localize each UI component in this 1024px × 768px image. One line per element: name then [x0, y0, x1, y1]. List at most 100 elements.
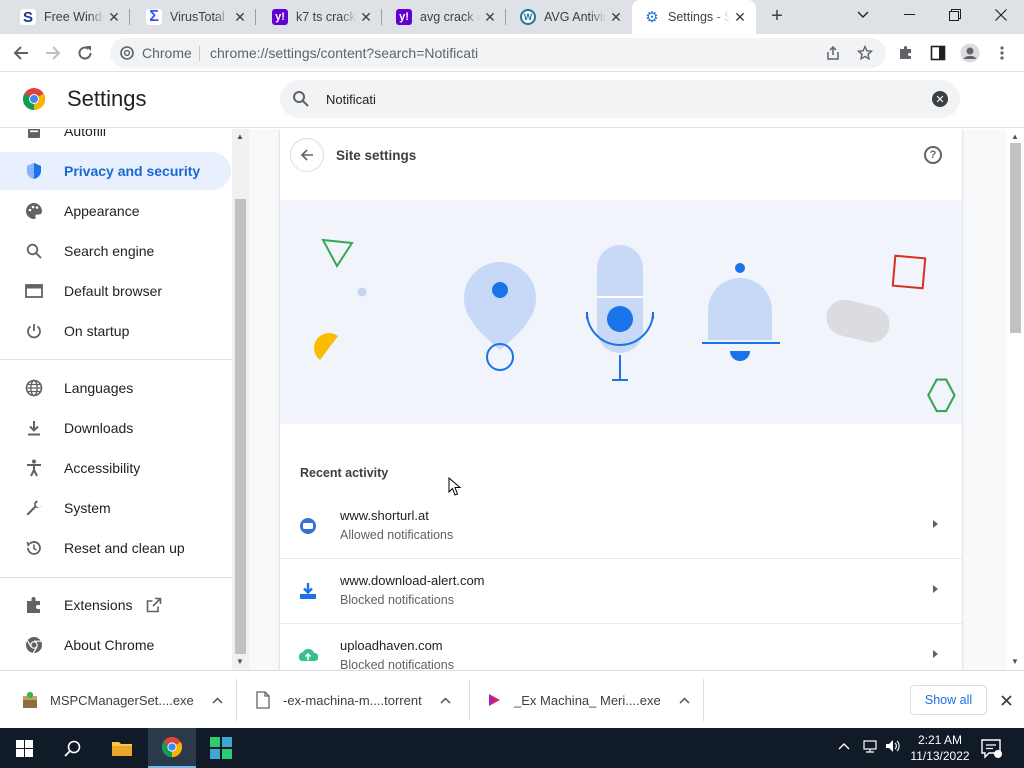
- volume-icon[interactable]: [884, 738, 900, 757]
- media-icon: [489, 694, 500, 706]
- reload-button[interactable]: [72, 40, 98, 66]
- close-download-bar-button[interactable]: [996, 690, 1016, 710]
- reload-icon: [78, 46, 92, 60]
- tab-settings[interactable]: ⚙ Settings - S ✕: [632, 0, 756, 34]
- tab-free-windows[interactable]: S Free Windows ✕: [8, 0, 130, 34]
- chevron-up-icon[interactable]: [838, 739, 850, 753]
- bookmark-button[interactable]: [852, 40, 878, 66]
- extensions-button[interactable]: [893, 40, 919, 66]
- taskbar-app[interactable]: [197, 728, 245, 768]
- main-scrollbar[interactable]: ▲ ▼: [1007, 129, 1024, 670]
- chevron-right-icon: [933, 650, 938, 658]
- close-icon[interactable]: ✕: [104, 9, 124, 26]
- back-button[interactable]: [8, 40, 34, 66]
- download-item[interactable]: -ex-machina-m....torrent: [233, 679, 456, 721]
- scroll-down-arrow-icon[interactable]: ▼: [236, 657, 244, 666]
- sidebar-item-label: Reset and clean up: [64, 540, 185, 556]
- profile-button[interactable]: [957, 40, 983, 66]
- close-icon[interactable]: ✕: [606, 9, 626, 26]
- pill-shape: [826, 299, 890, 343]
- close-icon[interactable]: ✕: [730, 9, 750, 26]
- share-icon: [827, 45, 839, 60]
- square-shape: [891, 254, 927, 290]
- taskbar-chrome[interactable]: [148, 728, 196, 768]
- site-name: www.download-alert.com: [340, 573, 485, 588]
- download-item[interactable]: _Ex Machina_ Meri....exe: [464, 679, 695, 721]
- system-clock[interactable]: 2:21 AM 11/13/2022: [908, 732, 972, 764]
- back-arrow-button[interactable]: [290, 138, 324, 172]
- tab-avg-crack[interactable]: y! avg crack d ✕: [384, 0, 506, 34]
- sidebar-item-languages[interactable]: Languages: [0, 369, 231, 407]
- site-status: Blocked notifications: [340, 658, 454, 670]
- main-content: Site settings ? Recent activity www.shor…: [249, 129, 1007, 670]
- chevron-up-icon[interactable]: [208, 690, 228, 710]
- open-in-new-icon: [146, 597, 162, 613]
- side-panel-button[interactable]: [925, 40, 951, 66]
- omnibox[interactable]: Chrome chrome://settings/content?search=…: [110, 38, 886, 68]
- tab-virustotal[interactable]: Σ VirusTotal - ✕: [134, 0, 256, 34]
- sidebar-item-reset-clean-up[interactable]: Reset and clean up: [0, 529, 231, 567]
- scroll-down-arrow-icon[interactable]: ▼: [1011, 657, 1019, 666]
- puzzle-icon: [24, 595, 44, 615]
- sidebar-item-search-engine[interactable]: Search engine: [0, 232, 231, 270]
- close-icon[interactable]: ✕: [230, 9, 250, 26]
- url-text[interactable]: chrome://settings/content?search=Notific…: [210, 45, 478, 61]
- start-button[interactable]: [0, 728, 48, 768]
- site-settings-card: Site settings ? Recent activity www.shor…: [280, 129, 962, 670]
- close-icon[interactable]: ✕: [480, 9, 500, 26]
- recent-activity-row[interactable]: uploadhaven.com Blocked notifications: [280, 624, 962, 670]
- microphone-icon: [597, 245, 643, 353]
- sidebar-item-autofill[interactable]: Autofill: [0, 129, 231, 150]
- tab-search-button[interactable]: [840, 0, 886, 30]
- sidebar-item-default-browser[interactable]: Default browser: [0, 272, 231, 310]
- search-input[interactable]: [326, 89, 886, 109]
- recent-activity-row[interactable]: www.download-alert.com Blocked notificat…: [280, 559, 962, 624]
- share-button[interactable]: [820, 40, 846, 66]
- sidebar-item-accessibility[interactable]: Accessibility: [0, 449, 231, 487]
- notification-center-icon[interactable]: [980, 737, 1002, 759]
- tab-k7-crack[interactable]: y! k7 ts crack ✕: [260, 0, 382, 34]
- sidebar-item-system[interactable]: System: [0, 489, 231, 527]
- settings-search[interactable]: ✕: [280, 80, 960, 118]
- download-separator: [703, 679, 704, 721]
- taskbar-search-button[interactable]: [48, 728, 96, 768]
- clock-time: 2:21 AM: [917, 733, 963, 747]
- clear-search-button[interactable]: ✕: [932, 91, 948, 107]
- taskbar-file-explorer[interactable]: [98, 728, 146, 768]
- sidebar-item-about-chrome[interactable]: About Chrome: [0, 626, 231, 664]
- recent-activity-row[interactable]: www.shorturl.at Allowed notifications: [280, 494, 962, 559]
- network-icon[interactable]: [862, 738, 878, 757]
- star-icon: [857, 45, 873, 61]
- shield-icon: [24, 161, 44, 181]
- uploadhaven-icon: [298, 648, 318, 661]
- close-icon: [1000, 694, 1012, 706]
- scrollbar-thumb[interactable]: [1010, 143, 1021, 333]
- chevron-up-icon[interactable]: [675, 690, 695, 710]
- sidebar-item-on-startup[interactable]: On startup: [0, 312, 231, 350]
- show-all-button[interactable]: Show all: [910, 685, 987, 715]
- sidebar-item-privacy-security[interactable]: Privacy and security: [0, 152, 231, 190]
- new-tab-button[interactable]: +: [764, 5, 790, 29]
- reset-icon: [24, 538, 44, 558]
- download-item[interactable]: MSPCManagerSet....exe: [0, 679, 228, 721]
- forward-button[interactable]: [40, 40, 66, 66]
- globe-icon: [24, 378, 44, 398]
- minimize-button[interactable]: [886, 0, 932, 30]
- close-window-button[interactable]: [978, 0, 1024, 30]
- chevron-up-icon[interactable]: [436, 690, 456, 710]
- sidebar-scrollbar[interactable]: ▲ ▼: [232, 129, 249, 670]
- sidebar-item-extensions[interactable]: Extensions: [0, 586, 231, 624]
- sidebar-item-appearance[interactable]: Appearance: [0, 192, 231, 230]
- scrollbar-thumb[interactable]: [235, 199, 246, 654]
- restore-button[interactable]: [932, 0, 978, 30]
- wrench-icon: [24, 498, 44, 518]
- close-icon[interactable]: ✕: [356, 9, 376, 26]
- sidebar-item-label: Default browser: [64, 283, 163, 299]
- scroll-up-arrow-icon[interactable]: ▲: [1011, 132, 1019, 141]
- sidebar-item-downloads[interactable]: Downloads: [0, 409, 231, 447]
- scroll-up-arrow-icon[interactable]: ▲: [236, 132, 244, 141]
- menu-button[interactable]: [989, 40, 1015, 66]
- help-icon[interactable]: ?: [924, 146, 942, 164]
- site-info-chip[interactable]: Chrome: [120, 45, 192, 61]
- tab-avg-antivirus[interactable]: W AVG Antivir ✕: [508, 0, 632, 34]
